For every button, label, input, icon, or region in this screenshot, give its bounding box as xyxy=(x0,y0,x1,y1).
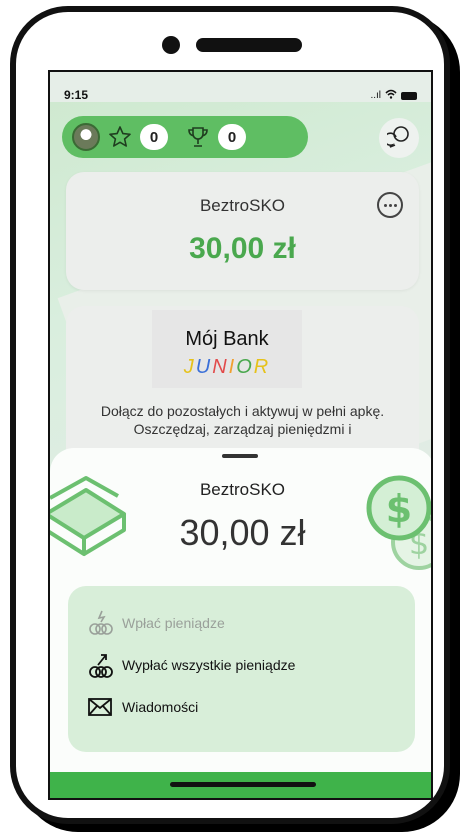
status-icons: ..ıl xyxy=(370,89,417,102)
withdraw-all-label: Wypłać wszystkie pieniądze xyxy=(122,657,296,673)
status-time: 9:15 xyxy=(64,88,89,102)
sheet-account-name: BeztroSKO xyxy=(199,480,286,499)
home-indicator[interactable] xyxy=(170,782,316,787)
account-name: BeztroSKO xyxy=(199,196,286,215)
sheet-balance: 30,00 zł xyxy=(179,512,306,553)
logo-letter: R xyxy=(253,356,271,378)
withdraw-all-action[interactable]: Wypłać wszystkie pieniądze xyxy=(86,650,295,680)
sheet-drag-handle[interactable] xyxy=(222,454,258,458)
moj-bank-junior-logo: Mój Bank JUNIOR xyxy=(152,310,302,388)
logo-letter: O xyxy=(236,356,254,378)
account-bottom-sheet: $ $ BeztroSKO 30,00 zł Wpłać pieniądze W… xyxy=(50,448,431,798)
wifi-icon xyxy=(385,89,397,102)
chat-bubbles-icon xyxy=(383,124,411,153)
deposit-label: Wpłać pieniądze xyxy=(122,615,225,631)
progress-bar-pill[interactable]: 0 0 xyxy=(62,116,308,158)
trophy-icon xyxy=(186,125,210,149)
battery-icon xyxy=(401,91,417,100)
logo-letter: U xyxy=(195,356,213,378)
chat-button[interactable] xyxy=(379,118,419,158)
stars-count: 0 xyxy=(140,124,168,150)
deposit-coins-icon xyxy=(86,609,114,637)
messages-label: Wiadomości xyxy=(122,699,199,715)
camera-dot xyxy=(162,36,180,54)
actions-panel: Wpłać pieniądze Wypłać wszystkie pieniąd… xyxy=(68,586,415,752)
logo-title: Mój Bank xyxy=(185,328,269,350)
promo-text: Dołącz do pozostałych i aktywuj w pełni … xyxy=(100,403,385,437)
avatar[interactable] xyxy=(72,123,100,151)
account-balance: 30,00 zł xyxy=(189,232,296,265)
more-dot-icon xyxy=(388,203,392,207)
account-card[interactable]: BeztroSKO 30,00 zł xyxy=(66,172,419,290)
logo-letter: J xyxy=(183,356,196,378)
more-dot-icon xyxy=(383,203,387,207)
signal-icon: ..ıl xyxy=(370,90,381,101)
speaker-bar xyxy=(196,38,302,52)
logo-letter: N xyxy=(212,356,229,378)
more-dot-icon xyxy=(393,203,397,207)
star-icon xyxy=(108,125,132,149)
withdraw-coins-icon xyxy=(86,651,114,679)
envelope-icon xyxy=(86,693,114,721)
more-options-button[interactable] xyxy=(377,192,403,218)
trophies-count: 0 xyxy=(218,124,246,150)
app-screen: 9:15 ..ıl 0 0 BeztroSKO 30,00 zł Mój Ban… xyxy=(48,70,433,800)
messages-action[interactable]: Wiadomości xyxy=(86,692,198,722)
deposit-action[interactable]: Wpłać pieniądze xyxy=(86,608,225,638)
logo-junior: JUNIOR xyxy=(152,356,302,379)
